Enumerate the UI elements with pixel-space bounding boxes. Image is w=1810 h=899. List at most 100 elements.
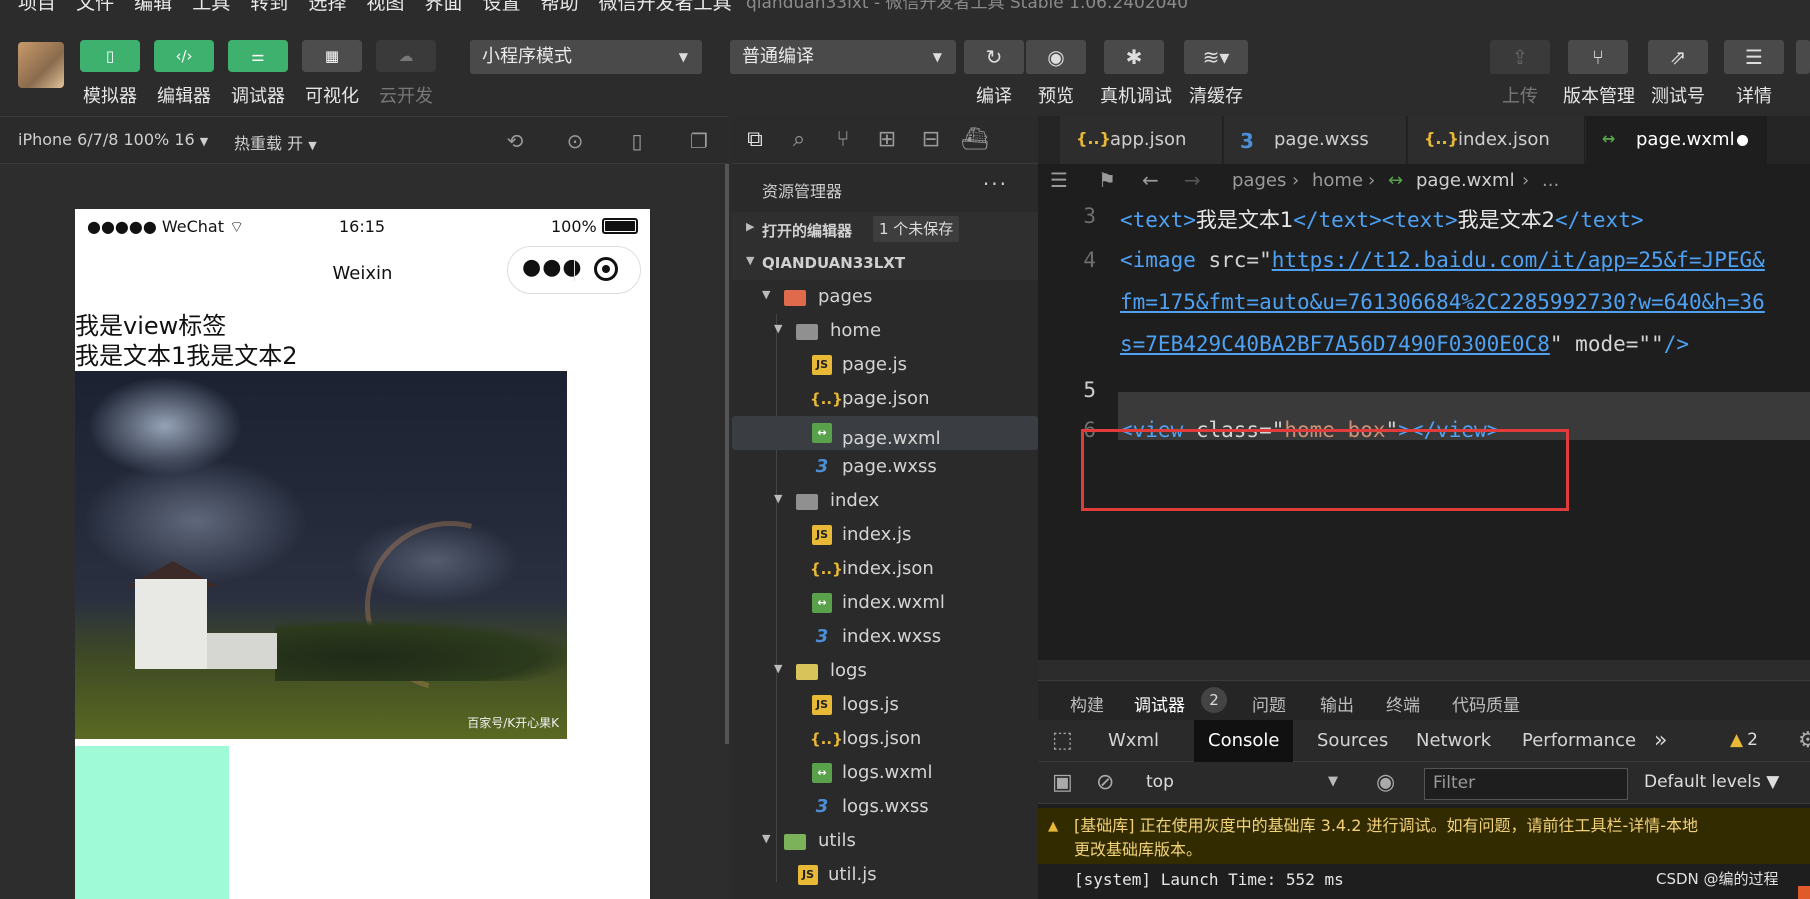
list-icon[interactable]: ☰ — [1050, 168, 1068, 192]
menu-view[interactable]: 视图 — [366, 0, 404, 14]
upload-button[interactable]: ⇪ — [1490, 40, 1550, 74]
detach-window-icon[interactable]: ❐ — [686, 128, 712, 154]
log-levels-select[interactable]: Default levels ▼ — [1644, 772, 1779, 792]
tree-folder-index[interactable]: ▼ index — [732, 484, 1038, 518]
tab-wxml[interactable]: Wxml — [1094, 720, 1173, 762]
context-select[interactable]: top — [1146, 772, 1174, 792]
code-url[interactable]: fm=175&fmt=auto&u=761306684%2C2285992730… — [1120, 290, 1765, 314]
menu-interface[interactable]: 界面 — [424, 0, 462, 14]
tree-folder-home[interactable]: ▼ home — [732, 314, 1038, 348]
debugger-toggle-button[interactable]: ⚌ — [228, 40, 288, 72]
project-section[interactable]: ▼ QIANDUAN33LXT — [732, 246, 1038, 280]
code-url[interactable]: https://t12.baidu.com/it/app=25&f=JPEG& — [1272, 248, 1765, 272]
menu-help[interactable]: 帮助 — [541, 0, 579, 14]
gear-icon[interactable]: ⚙ — [1798, 728, 1810, 753]
tab-page-wxml[interactable]: ↔ page.wxml — [1586, 116, 1767, 164]
more-icon[interactable]: ··· — [983, 172, 1008, 196]
phone-icon[interactable]: ▯ — [624, 128, 650, 154]
tree-file-logs-wxml[interactable]: ↔ logs.wxml — [732, 756, 1038, 790]
cloud-dev-button[interactable]: ☁ — [376, 40, 436, 72]
tree-file-home-page-json[interactable]: {..} page.json — [732, 382, 1038, 416]
toolbar-overflow-button[interactable] — [1796, 40, 1810, 74]
simulator-scrollbar[interactable] — [725, 164, 729, 744]
unsaved-dot-icon[interactable] — [1737, 135, 1748, 146]
tab-console[interactable]: Console — [1194, 720, 1294, 762]
clear-console-icon[interactable]: ⊘ — [1096, 770, 1114, 795]
details-button[interactable]: ☰ — [1724, 40, 1784, 74]
simulator-toggle-button[interactable]: ▯ — [80, 40, 140, 72]
open-editors-section[interactable]: ▶ 打开的编辑器 1 个未保存 — [732, 212, 1038, 246]
tree-file-home-page-wxml[interactable]: ↔ page.wxml — [732, 416, 1038, 450]
compile-mode-select[interactable]: 普通编译 ▼ — [730, 40, 956, 74]
tree-file-util-js[interactable]: JS util.js — [732, 858, 1038, 892]
stop-icon[interactable]: ⊙ — [562, 128, 588, 154]
code-editor[interactable]: 3 <text>我是文本1</text><text>我是文本2</text> 4… — [1038, 196, 1810, 660]
breadcrumb-item[interactable]: home — [1312, 170, 1363, 191]
hot-reload-toggle[interactable]: 热重载 开 ▼ — [234, 130, 317, 154]
tree-file-home-page-js[interactable]: JS page.js — [732, 348, 1038, 382]
sidebar-toggle-icon[interactable]: ▣ — [1052, 770, 1073, 795]
files-icon[interactable]: ⧉ — [740, 126, 770, 154]
preview-button[interactable]: ◉ — [1026, 40, 1086, 74]
breadcrumb-item[interactable]: pages — [1232, 170, 1286, 191]
real-device-debug-button[interactable]: ✱ — [1104, 40, 1164, 74]
tab-page-wxss[interactable]: 3 page.wxss — [1224, 116, 1407, 164]
tab-output[interactable]: 输出 — [1320, 691, 1354, 716]
tree-file-index-json[interactable]: {..} index.json — [732, 552, 1038, 586]
tab-problems[interactable]: 问题 — [1252, 691, 1286, 716]
mode-select[interactable]: 小程序模式 ▼ — [470, 40, 702, 74]
compile-button[interactable]: ↻ — [964, 40, 1024, 74]
menu-select[interactable]: 选择 — [308, 0, 346, 14]
tree-file-logs-js[interactable]: JS logs.js — [732, 688, 1038, 722]
docker-icon[interactable]: ⛴ — [960, 126, 990, 154]
tree-file-logs-json[interactable]: {..} logs.json — [732, 722, 1038, 756]
user-avatar[interactable] — [18, 42, 64, 88]
tab-terminal[interactable]: 终端 — [1386, 691, 1420, 716]
tree-file-index-wxml[interactable]: ↔ index.wxml — [732, 586, 1038, 620]
visual-toggle-button[interactable]: ▦ — [302, 40, 362, 72]
outline-icon[interactable]: ⊟ — [916, 126, 946, 154]
tab-index-json[interactable]: {..} index.json — [1408, 116, 1585, 164]
mini-program-capsule[interactable]: ●●● — [507, 246, 641, 294]
menu-wechat-devtools[interactable]: 微信开发者工具 — [599, 0, 732, 14]
tab-build[interactable]: 构建 — [1070, 691, 1104, 716]
tab-sources[interactable]: Sources — [1303, 720, 1402, 762]
warning-counter[interactable]: ▲ 2 — [1730, 730, 1758, 750]
rotate-icon[interactable]: ⟲ — [502, 128, 528, 154]
bookmark-icon[interactable]: ⚑ — [1098, 168, 1116, 192]
tree-folder-pages[interactable]: ▼ pages — [732, 280, 1038, 314]
filter-input[interactable]: Filter — [1424, 768, 1628, 800]
tree-file-home-page-wxss[interactable]: 3 page.wxss — [732, 450, 1038, 484]
tab-performance[interactable]: Performance — [1508, 720, 1650, 762]
more-tabs-icon[interactable]: » — [1640, 720, 1681, 762]
breadcrumb-item[interactable]: page.wxml — [1416, 170, 1515, 191]
tree-file-index-wxss[interactable]: 3 index.wxss — [732, 620, 1038, 654]
tree-file-logs-wxss[interactable]: 3 logs.wxss — [732, 790, 1038, 824]
forward-arrow-icon[interactable]: → — [1184, 168, 1201, 192]
tab-debugger[interactable]: 调试器 — [1134, 691, 1185, 716]
menu-edit[interactable]: 编辑 — [134, 0, 172, 14]
search-icon[interactable]: ⌕ — [784, 126, 814, 154]
tree-folder-utils[interactable]: ▼ utils — [732, 824, 1038, 858]
device-select[interactable]: iPhone 6/7/8 100% 16 ▼ — [18, 130, 208, 149]
menu-file[interactable]: 文件 — [76, 0, 114, 14]
test-account-button[interactable]: ⇗ — [1648, 40, 1708, 74]
tab-app-json[interactable]: {..} app.json — [1060, 116, 1223, 164]
tab-network[interactable]: Network — [1402, 720, 1505, 762]
back-arrow-icon[interactable]: ← — [1142, 168, 1159, 192]
source-control-icon[interactable]: ⑂ — [828, 126, 858, 154]
editor-toggle-button[interactable]: ‹/› — [154, 40, 214, 72]
extensions-icon[interactable]: ⊞ — [872, 126, 902, 154]
close-target-icon[interactable] — [594, 257, 618, 281]
clear-cache-button[interactable]: ≋▾ — [1184, 40, 1248, 74]
tab-code-quality[interactable]: 代码质量 — [1452, 691, 1520, 716]
tree-file-index-js[interactable]: JS index.js — [732, 518, 1038, 552]
breadcrumb-item[interactable]: ... — [1542, 170, 1559, 191]
inspect-icon[interactable]: ⬚ — [1052, 728, 1073, 753]
menu-tools[interactable]: 工具 — [192, 0, 230, 14]
menu-project[interactable]: 项目 — [18, 0, 56, 14]
code-url[interactable]: s=7EB429C40BA2BF7A56D7490F0300E0C8 — [1120, 332, 1550, 356]
eye-icon[interactable]: ◉ — [1376, 770, 1395, 795]
menu-settings[interactable]: 设置 — [483, 0, 521, 14]
menu-goto[interactable]: 转到 — [250, 0, 288, 14]
